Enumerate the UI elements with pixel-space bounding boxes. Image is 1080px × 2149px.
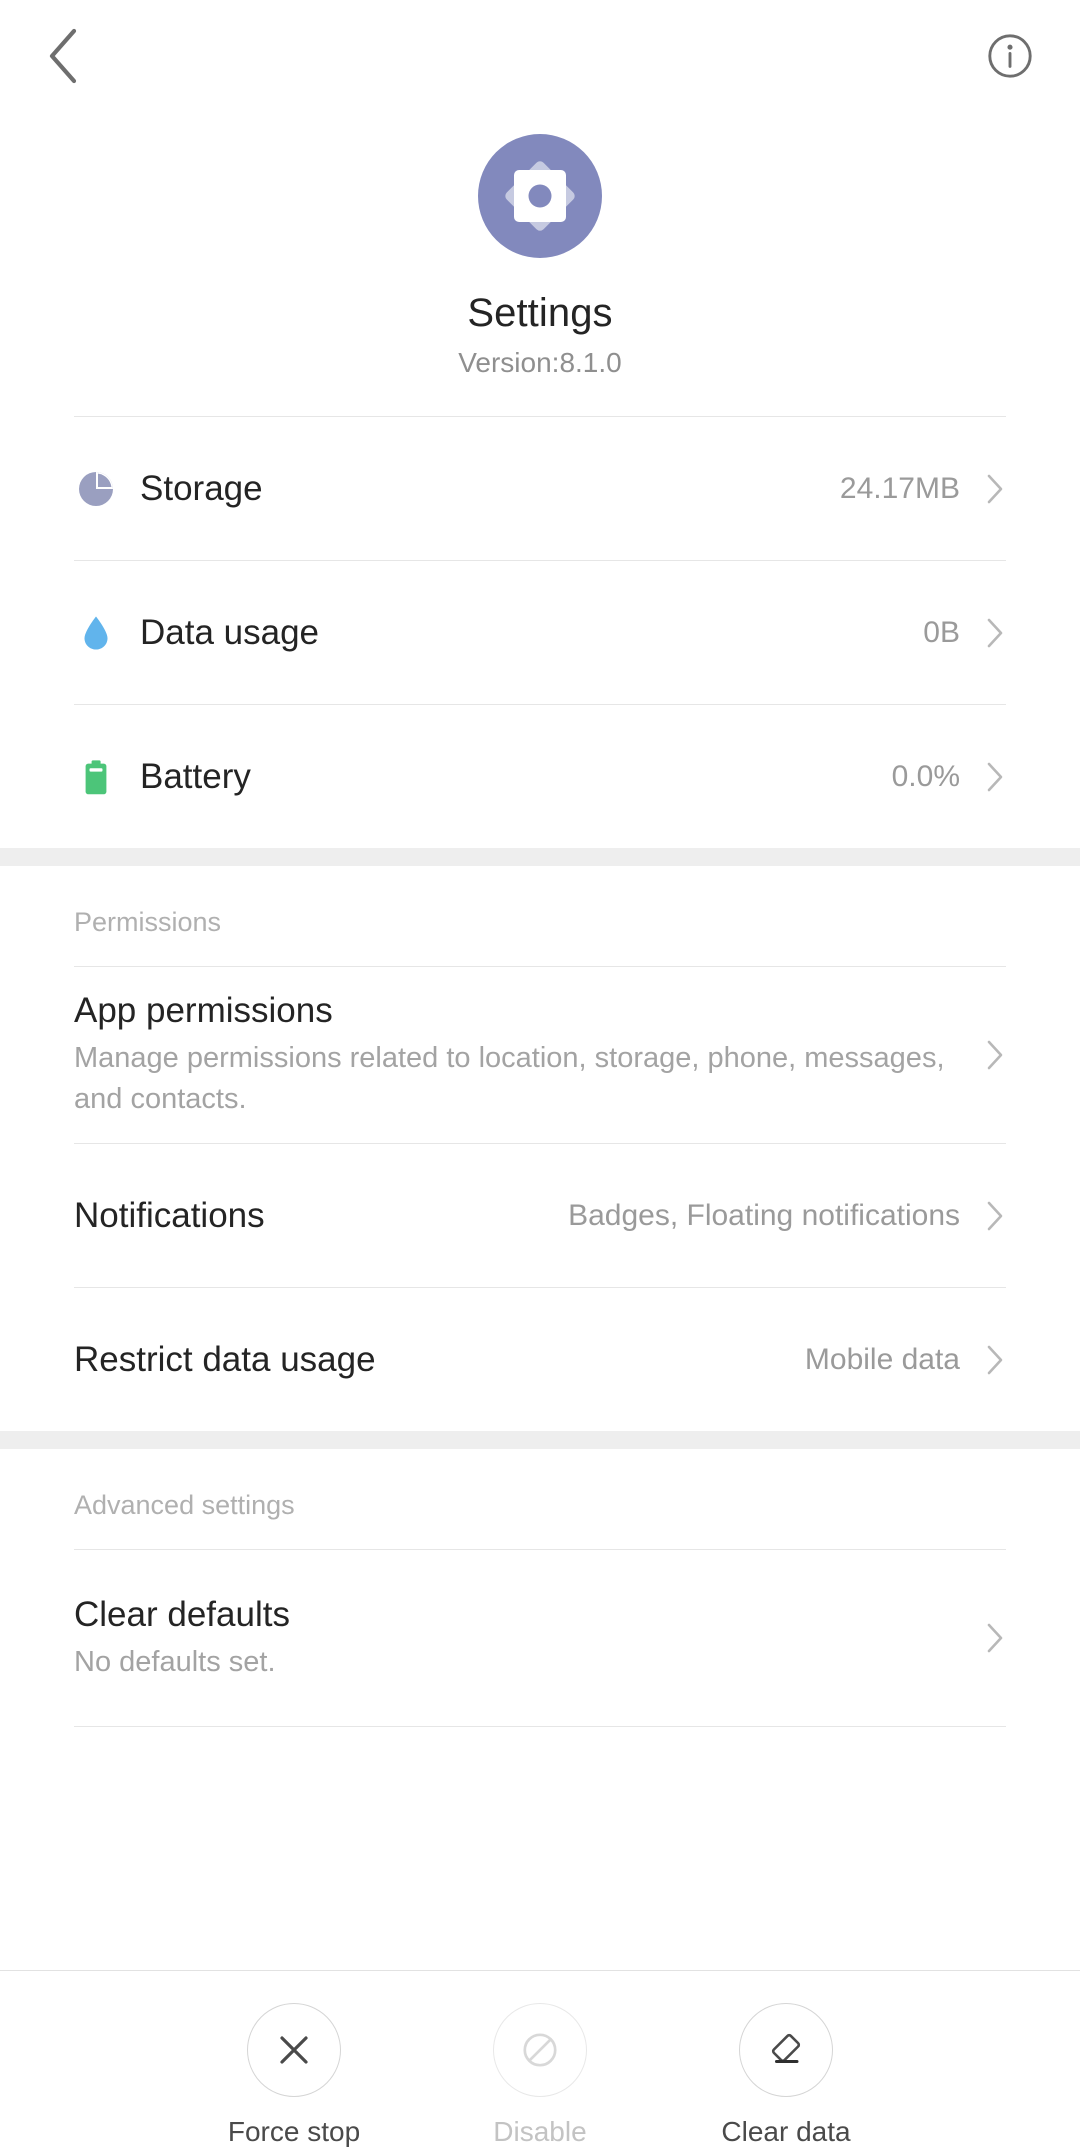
force-stop-label: Force stop — [227, 2116, 361, 2147]
row-storage[interactable]: Storage 24.17MB — [0, 417, 1080, 560]
chevron-right-icon — [984, 758, 1006, 796]
row-value: 0B — [923, 615, 960, 649]
chevron-left-icon — [45, 27, 79, 85]
row-main: Storage — [140, 468, 840, 510]
back-button[interactable] — [14, 8, 110, 104]
app-name: Settings — [467, 291, 613, 335]
row-main: Data usage — [140, 612, 923, 654]
clear-data-circle — [739, 2003, 833, 2097]
clear-data-label: Clear data — [721, 2116, 851, 2147]
permissions-section: Permissions App permissions Manage permi… — [0, 866, 1080, 1431]
row-subtitle: Manage permissions related to location, … — [74, 1042, 945, 1115]
eraser-icon — [764, 2028, 808, 2072]
clear-data-button[interactable]: Clear data — [696, 2003, 876, 2149]
disable-label: Disable — [493, 2116, 587, 2147]
disable-circle — [493, 2003, 587, 2097]
force-stop-button[interactable]: Force stop — [204, 2003, 384, 2149]
row-main: Clear defaults No defaults set. — [74, 1594, 984, 1683]
row-main: Battery — [140, 756, 892, 798]
block-icon — [519, 2029, 561, 2071]
info-circle-icon — [987, 33, 1033, 79]
row-clear-defaults[interactable]: Clear defaults No defaults set. — [0, 1550, 1080, 1726]
app-icon-wrapper — [478, 134, 602, 258]
section-label-advanced-settings: Advanced settings — [74, 1490, 295, 1520]
battery-icon — [76, 757, 116, 797]
row-title: Restrict data usage — [74, 1339, 376, 1379]
row-main: Notifications — [74, 1195, 568, 1237]
chevron-right-icon — [984, 614, 1006, 652]
chevron-right-icon — [984, 470, 1006, 508]
row-title: Battery — [140, 756, 251, 796]
row-main: Restrict data usage — [74, 1339, 805, 1381]
row-notifications[interactable]: Notifications Badges, Floating notificat… — [0, 1144, 1080, 1287]
row-icon-wrapper — [74, 611, 118, 655]
row-value: 0.0% — [891, 759, 960, 793]
top-bar — [0, 0, 1080, 112]
chevron-right-icon — [984, 1341, 1006, 1379]
row-data-usage[interactable]: Data usage 0B — [0, 561, 1080, 704]
app-info-screen: Settings Version:8.1.0 Storage 24.17MB D… — [0, 0, 1080, 2149]
row-title: Clear defaults — [74, 1594, 290, 1634]
row-title: Notifications — [74, 1195, 265, 1235]
row-icon-wrapper — [74, 755, 118, 799]
advanced-settings-section: Advanced settings Clear defaults No defa… — [0, 1449, 1080, 1727]
row-title: App permissions — [74, 991, 333, 1030]
row-icon-wrapper — [74, 467, 118, 511]
chevron-right-icon — [984, 1036, 1006, 1074]
section-separator-band — [0, 848, 1080, 866]
row-main: App permissions Manage permissions relat… — [74, 990, 984, 1120]
pie-chart-icon — [76, 469, 116, 509]
row-title: Storage — [140, 468, 263, 508]
chevron-right-icon — [984, 1619, 1006, 1657]
water-drop-icon — [76, 613, 116, 653]
section-separator-band — [0, 1431, 1080, 1449]
settings-gear-icon — [478, 134, 602, 258]
app-info-button[interactable] — [964, 10, 1056, 102]
app-header: Settings Version:8.1.0 — [0, 112, 1080, 416]
disable-button[interactable]: Disable — [450, 2003, 630, 2149]
chevron-right-icon — [984, 1197, 1006, 1235]
row-title: Data usage — [140, 612, 320, 652]
row-app-permissions[interactable]: App permissions Manage permissions relat… — [0, 967, 1080, 1143]
usage-section: Storage 24.17MB Data usage 0B Battery 0.… — [0, 416, 1080, 848]
force-stop-circle — [247, 2003, 341, 2097]
row-value: Mobile data — [804, 1342, 960, 1376]
bottom-action-bar: Force stop Disable Clear data — [0, 1970, 1080, 2149]
close-x-icon — [273, 2029, 315, 2071]
row-restrict-data-usage[interactable]: Restrict data usage Mobile data — [0, 1288, 1080, 1431]
row-battery[interactable]: Battery 0.0% — [0, 705, 1080, 848]
row-subtitle: No defaults set. — [74, 1645, 276, 1678]
row-value: Badges, Floating notifications — [568, 1198, 960, 1232]
app-version: Version:8.1.0 — [458, 347, 622, 378]
row-value: 24.17MB — [839, 471, 960, 505]
section-label-permissions: Permissions — [74, 907, 222, 937]
